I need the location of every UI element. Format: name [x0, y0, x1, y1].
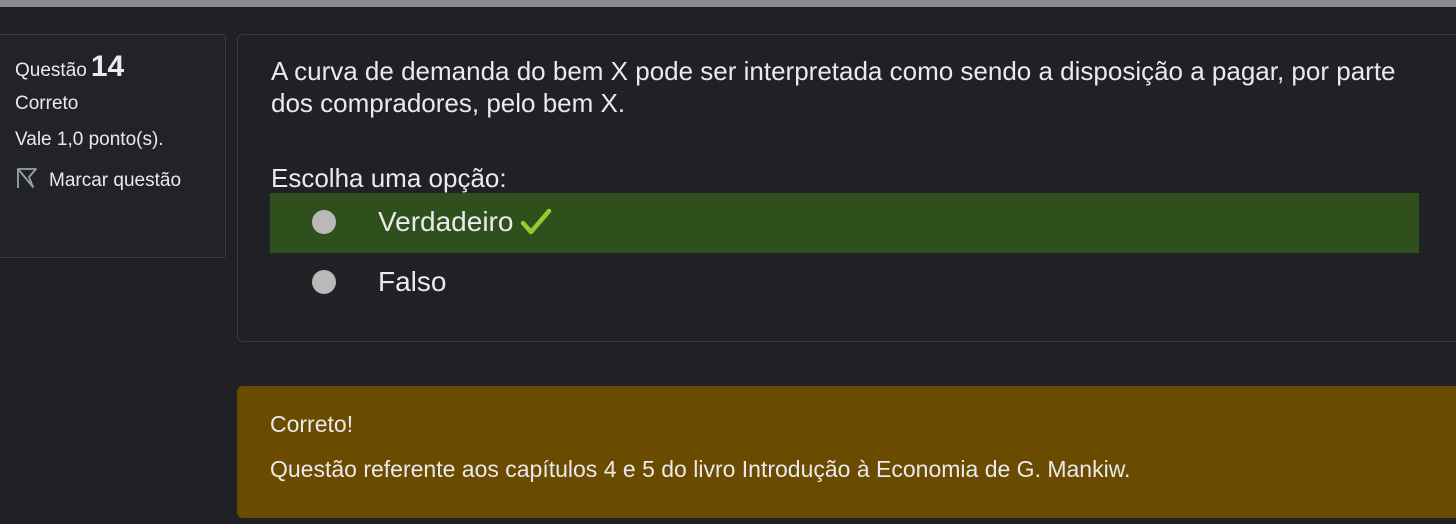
question-text: A curva de demanda do bem X pode ser int…: [271, 56, 1396, 118]
option-false-label: Falso: [378, 266, 447, 297]
feedback-box: Correto! Questão referente aos capítulos…: [237, 386, 1456, 518]
radio-false[interactable]: [312, 270, 336, 294]
top-bar: [0, 0, 1456, 7]
option-true-text: Verdadeiro: [378, 206, 514, 237]
feedback-text: Questão referente aos capítulos 4 e 5 do…: [270, 456, 1131, 482]
radio-true[interactable]: [312, 210, 336, 234]
flag-icon: [15, 167, 39, 189]
option-true-label: Verdadeiro: [378, 206, 553, 238]
question-state: Correto: [15, 93, 79, 114]
question-content: A curva de demanda do bem X pode ser int…: [237, 34, 1456, 342]
question-number-label: Questão 14: [15, 49, 225, 85]
question-info: Questão 14 Correto Vale 1,0 ponto(s). Mar…: [0, 34, 226, 258]
flag-label: Marcar questão: [49, 170, 182, 191]
question-grade: Vale 1,0 ponto(s).: [15, 129, 164, 150]
answer-prompt: Escolha uma opção:: [271, 163, 507, 193]
question-number: 14: [90, 50, 125, 83]
question-label-text: Questão: [15, 60, 87, 81]
check-icon: [519, 207, 553, 237]
option-true[interactable]: Verdadeiro: [270, 193, 1419, 253]
feedback-title: Correto!: [270, 411, 354, 437]
option-false[interactable]: Falso: [270, 253, 1419, 313]
flag-question-link[interactable]: Marcar questão: [15, 167, 225, 193]
